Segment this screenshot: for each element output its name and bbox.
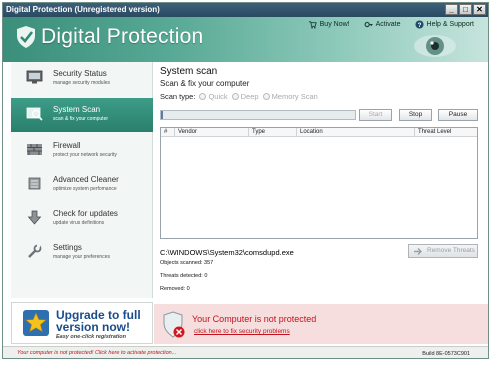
sidebar-item-subtitle: manage security modules	[53, 80, 110, 86]
pause-button[interactable]: Pause	[438, 109, 478, 121]
status-bar: Your computer is not protected! Click he…	[3, 346, 488, 358]
svg-text:?: ?	[417, 22, 421, 29]
current-scan-file: C:\WINDOWS\System32\comsdupd.exe	[160, 248, 294, 257]
stop-button[interactable]: Stop	[399, 109, 432, 121]
buy-now-label: Buy Now!	[319, 21, 350, 28]
column-header-vendor[interactable]: Vendor	[175, 128, 249, 136]
help-support-label: Help & Support	[426, 21, 474, 28]
app-window: Digital Protection (Unregistered version…	[2, 2, 489, 359]
sidebar-item-subtitle: optimize system perfomance	[53, 186, 117, 192]
sidebar-item-title: Check for updates	[53, 209, 118, 218]
logo-text: Digital Protection	[41, 25, 204, 48]
column-header-threat-level[interactable]: Threat Level	[415, 128, 477, 136]
sidebar-item-advanced-cleaner[interactable]: Advanced Cleaner optimize system perfoma…	[11, 168, 153, 202]
window-title: Digital Protection (Unregistered version…	[6, 5, 160, 14]
key-icon	[364, 21, 373, 28]
scan-option-memory[interactable]: Memory Scan	[262, 92, 318, 101]
removed-count: Removed: 0	[160, 286, 190, 292]
sidebar-item-title: System Scan	[53, 105, 101, 114]
scan-option-label: Memory Scan	[271, 92, 318, 101]
page-subtitle: Scan & fix your computer	[160, 79, 250, 88]
objects-scanned: Objects scanned: 357	[160, 260, 214, 266]
minimize-button[interactable]: _	[445, 4, 458, 15]
sidebar-item-subtitle: update virus definitions	[53, 220, 105, 226]
maximize-button[interactable]: □	[459, 4, 472, 15]
upgrade-note: Easy one-click registration	[56, 334, 126, 340]
download-arrow-icon	[27, 210, 42, 225]
page-title: System scan	[160, 66, 218, 77]
radio-memory[interactable]	[262, 93, 270, 100]
scan-option-label: Deep	[240, 92, 259, 101]
sidebar-item-subtitle: manage your preferences	[53, 254, 110, 260]
threats-table-header: # Vendor Type Location Threat Level	[161, 128, 477, 137]
eye-icon	[414, 35, 456, 57]
build-number: Build 8E-0573C901	[422, 351, 470, 357]
scan-option-quick[interactable]: Quick	[199, 92, 228, 101]
app-header: Digital Protection Buy Now! Activate ? H…	[3, 17, 488, 62]
column-header-type[interactable]: Type	[249, 128, 297, 136]
scan-type-group: Scan type: Quick Deep Memory Scan	[160, 92, 318, 101]
window-controls: _ □ ✕	[445, 4, 486, 15]
sidebar-item-system-scan[interactable]: System Scan scan & fix your computer	[11, 98, 153, 132]
activate-protection-link[interactable]: Your computer is not protected! Click he…	[17, 350, 176, 356]
arrow-icon	[414, 248, 422, 255]
sidebar-item-subtitle: scan & fix your computer	[53, 116, 109, 122]
fix-problems-link[interactable]: click here to fix security problems	[194, 328, 290, 335]
help-icon: ?	[414, 20, 424, 29]
sidebar-item-security-status[interactable]: Security Status manage security modules	[11, 62, 153, 96]
scan-progress-bar	[160, 110, 356, 120]
protection-alert: Your Computer is not protected click her…	[154, 304, 488, 344]
remove-threats-label: Remove Threats	[427, 247, 475, 254]
shield-warning-icon	[163, 311, 185, 338]
close-button[interactable]: ✕	[473, 4, 486, 15]
scan-progress-fill	[161, 111, 163, 119]
help-support-link[interactable]: ? Help & Support	[414, 20, 474, 29]
upgrade-banner[interactable]: Upgrade to full version now! Easy one-cl…	[11, 302, 153, 344]
activate-link[interactable]: Activate	[364, 20, 401, 29]
remove-threats-button[interactable]: Remove Threats	[408, 244, 478, 258]
column-header-location[interactable]: Location	[297, 128, 415, 136]
firewall-icon	[27, 144, 42, 155]
scan-type-label: Scan type:	[160, 92, 196, 101]
cleaner-icon	[28, 177, 41, 190]
scan-icon	[26, 107, 43, 121]
radio-quick[interactable]	[199, 93, 207, 100]
sidebar: Security Status manage security modules …	[11, 62, 153, 298]
header-links: Buy Now! Activate ? Help & Support	[308, 20, 474, 29]
sidebar-item-subtitle: protect your network security	[53, 152, 117, 158]
alert-title: Your Computer is not protected	[192, 314, 317, 324]
cart-icon	[308, 21, 317, 29]
shield-check-icon	[17, 26, 35, 48]
sidebar-item-settings[interactable]: Settings manage your preferences	[11, 236, 153, 270]
buy-now-link[interactable]: Buy Now!	[308, 20, 350, 29]
sidebar-item-title: Firewall	[53, 141, 81, 150]
monitor-icon	[26, 70, 43, 84]
sidebar-item-title: Security Status	[53, 69, 107, 78]
wrench-icon	[28, 244, 42, 258]
start-button[interactable]: Start	[359, 109, 392, 121]
scan-option-label: Quick	[208, 92, 228, 101]
threats-table: # Vendor Type Location Threat Level	[160, 127, 478, 239]
scan-option-deep[interactable]: Deep	[231, 92, 259, 101]
star-icon	[23, 310, 49, 336]
radio-deep[interactable]	[231, 93, 239, 100]
title-bar[interactable]: Digital Protection (Unregistered version…	[3, 3, 488, 17]
column-header-number[interactable]: #	[161, 128, 175, 136]
sidebar-item-title: Settings	[53, 243, 82, 252]
threats-detected: Threats detected: 0	[160, 273, 208, 279]
upgrade-line2: version now!	[56, 320, 131, 334]
sidebar-item-firewall[interactable]: Firewall protect your network security	[11, 134, 153, 168]
activate-label: Activate	[375, 21, 401, 28]
sidebar-item-title: Advanced Cleaner	[53, 175, 119, 184]
main-panel: System scan Scan & fix your computer Sca…	[154, 62, 488, 304]
logo: Digital Protection	[15, 25, 203, 49]
sidebar-item-check-updates[interactable]: Check for updates update virus definitio…	[11, 202, 153, 236]
